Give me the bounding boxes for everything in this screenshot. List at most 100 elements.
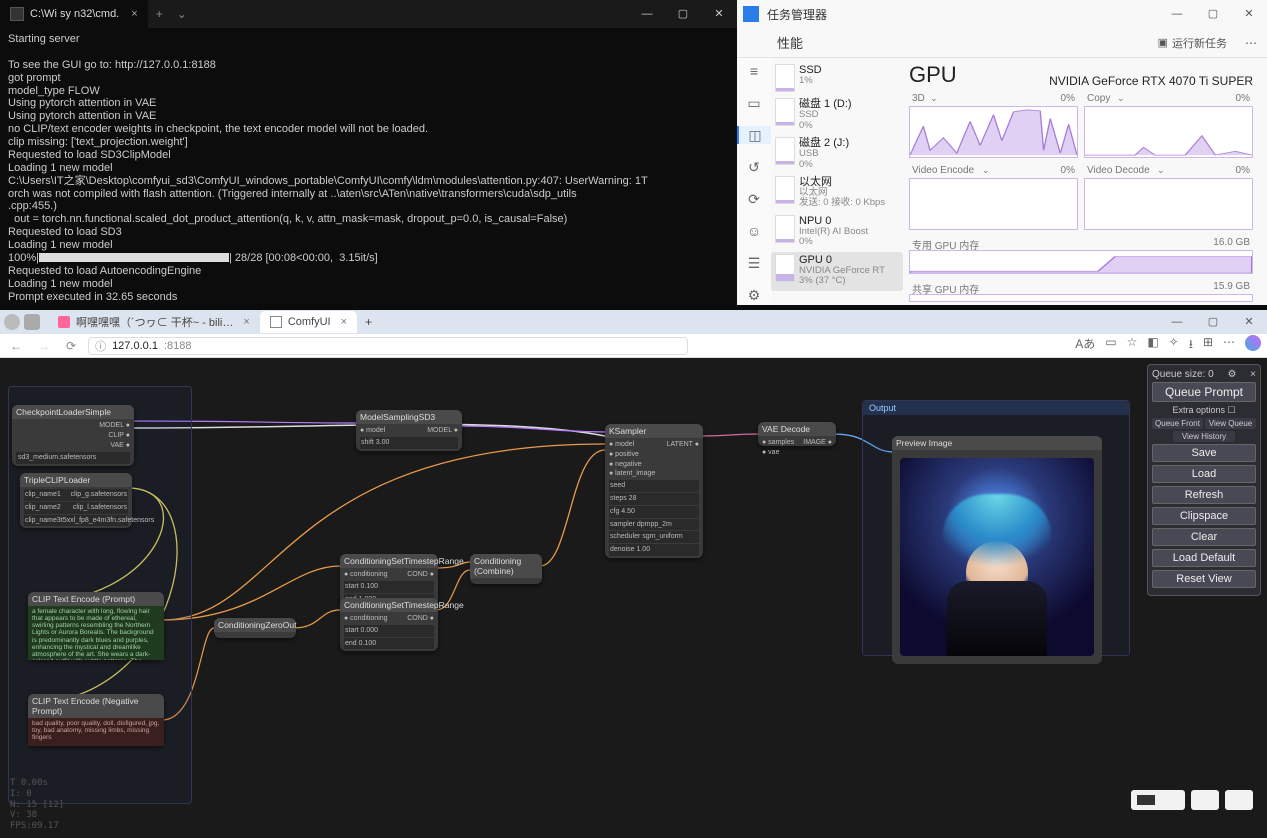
node-model-sampling[interactable]: ModelSamplingSD3 ● modelMODEL ● shift 3.…	[356, 410, 462, 451]
bili-icon	[58, 316, 70, 328]
history-icon[interactable]: ↺	[745, 158, 763, 176]
more-icon[interactable]: ⋯	[1223, 335, 1235, 356]
load-default-button[interactable]: Load Default	[1152, 549, 1256, 567]
node-cond-timestep-2[interactable]: ConditioningSetTimestepRange ● condition…	[340, 598, 438, 651]
node-negative-prompt[interactable]: CLIP Text Encode (Negative Prompt) bad q…	[28, 694, 164, 746]
info-icon[interactable]: ⓘ	[95, 338, 106, 354]
favorite-icon[interactable]: ☆	[1127, 335, 1138, 356]
profile-icon[interactable]	[4, 314, 20, 330]
terminal-tab[interactable]: C:\Wi sy n32\cmd. ×	[0, 0, 148, 28]
clipspace-button[interactable]: Clipspace	[1152, 507, 1256, 525]
gpu-copy-graph[interactable]: Copy⌄ 0%	[1084, 106, 1253, 158]
perf-list-item[interactable]: SSD1%	[771, 62, 903, 96]
node-positive-prompt[interactable]: CLIP Text Encode (Prompt) a female chara…	[28, 592, 164, 660]
gpu-dedicated-memory: 专用 GPU 内存 16.0 GB	[909, 250, 1253, 274]
chevron-down-icon[interactable]: ⌄	[982, 165, 990, 176]
browser-tab-bilibili[interactable]: 啊嘿嘿嘿（´つヮ⊂ 干杯~ - bili… ×	[48, 311, 260, 333]
minimize-button[interactable]: —	[1159, 0, 1195, 28]
text-size-icon[interactable]: Aあ	[1075, 335, 1095, 356]
new-tab-button[interactable]: +	[148, 7, 171, 21]
minimize-button[interactable]: —	[629, 0, 665, 28]
perf-list-item[interactable]: GPU 0NVIDIA GeForce RT 3% (37 °C)	[771, 252, 903, 291]
terminal-tabbar: C:\Wi sy n32\cmd. × + ⌄ — ▢ ✕	[0, 0, 737, 28]
reset-view-button[interactable]: Reset View	[1152, 570, 1256, 588]
gpu-shared-memory: 共享 GPU 内存 15.9 GB	[909, 294, 1253, 302]
forward-button[interactable]: →	[34, 339, 54, 353]
close-icon[interactable]: ×	[1250, 369, 1256, 380]
perf-list-item[interactable]: 以太网以太网 发送: 0 接收: 0 Kbps	[771, 174, 903, 213]
chevron-down-icon[interactable]: ⌄	[1157, 165, 1165, 176]
more-icon[interactable]: ⋯	[1235, 36, 1267, 50]
queue-front-button[interactable]: Queue Front	[1152, 418, 1203, 429]
minimize-button[interactable]: —	[1159, 310, 1195, 334]
gpu-decode-graph[interactable]: Video Decode⌄ 0%	[1084, 178, 1253, 230]
settings-icon[interactable]: ⚙	[1227, 369, 1236, 380]
performance-icon[interactable]: ◫	[737, 126, 771, 144]
performance-tab-label: 性能	[777, 33, 803, 52]
chevron-down-icon[interactable]: ⌄	[930, 93, 938, 104]
gpu-encode-graph[interactable]: Video Encode⌄ 0%	[909, 178, 1078, 230]
browser-tab-comfyui[interactable]: ComfyUI ×	[260, 311, 357, 333]
comfyui-menu[interactable]: Queue size: 0 ⚙ × Queue Prompt Extra opt…	[1147, 364, 1261, 596]
maximize-button[interactable]: ▢	[1195, 0, 1231, 28]
perf-list-item[interactable]: NPU 0Intel(R) AI Boost 0%	[771, 213, 903, 252]
view-history-button[interactable]: View History	[1173, 431, 1235, 442]
maximize-button[interactable]: ▢	[665, 0, 701, 28]
terminal-tab-title: C:\Wi sy n32\cmd.	[30, 8, 119, 20]
downloads-icon[interactable]: ⭳	[1189, 335, 1193, 356]
comfyui-canvas[interactable]: Output CheckpointLoaderSimple MODEL ●CLI…	[0, 358, 1267, 838]
startup-icon[interactable]: ⟳	[745, 190, 763, 208]
tab-dropdown-icon[interactable]: ⌄	[171, 7, 193, 21]
close-icon[interactable]: ×	[341, 316, 347, 328]
save-button[interactable]: Save	[1152, 444, 1256, 462]
back-button[interactable]: ←	[6, 339, 26, 353]
extensions-icon[interactable]: ⊞	[1203, 335, 1213, 356]
new-tab-button[interactable]: +	[357, 315, 380, 329]
close-button[interactable]: ✕	[1231, 310, 1267, 334]
node-preview-image[interactable]: Preview Image	[892, 436, 1102, 664]
chevron-down-icon[interactable]: ⌄	[1117, 93, 1125, 104]
queue-prompt-button[interactable]: Queue Prompt	[1152, 382, 1256, 402]
performance-list: SSD1% 磁盘 1 (D:)SSD 0% 磁盘 2 (J:)USB 0% 以太…	[771, 58, 903, 305]
view-queue-button[interactable]: View Queue	[1205, 418, 1256, 429]
maximize-button[interactable]: ▢	[1195, 310, 1231, 334]
load-button[interactable]: Load	[1152, 465, 1256, 483]
processes-icon[interactable]: ▭	[745, 94, 763, 112]
task-manager-titlebar: 任务管理器 — ▢ ✕	[737, 0, 1267, 28]
gpu-name: NVIDIA GeForce RTX 4070 Ti SUPER	[1049, 74, 1253, 88]
address-bar[interactable]: ⓘ 127.0.0.1:8188	[88, 337, 688, 355]
terminal-output[interactable]: Starting server To see the GUI go to: ht…	[0, 28, 737, 310]
terminal-window: C:\Wi sy n32\cmd. × + ⌄ — ▢ ✕ Starting s…	[0, 0, 737, 305]
node-checkpoint-loader[interactable]: CheckpointLoaderSimple MODEL ●CLIP ●VAE …	[12, 405, 134, 466]
gpu-3d-graph[interactable]: 3D⌄ 0%	[909, 106, 1078, 158]
refresh-button[interactable]: ⟳	[62, 339, 80, 353]
close-icon[interactable]: ×	[131, 8, 137, 20]
collections-icon[interactable]: ✧	[1169, 335, 1179, 356]
cmd-icon	[10, 7, 24, 21]
node-cond-zero[interactable]: ConditioningZeroOut	[214, 618, 296, 638]
services-icon[interactable]: ⚙	[745, 286, 763, 304]
sparkline-icon	[775, 215, 795, 243]
gpu-panel: GPU NVIDIA GeForce RTX 4070 Ti SUPER 3D⌄…	[903, 58, 1261, 305]
node-cond-combine[interactable]: Conditioning (Combine)	[470, 554, 542, 584]
menu-icon[interactable]: ≡	[745, 62, 763, 80]
close-button[interactable]: ✕	[1231, 0, 1267, 28]
details-icon[interactable]: ☰	[745, 254, 763, 272]
node-vae-decode[interactable]: VAE Decode ● samplesIMAGE ●● vae	[758, 422, 836, 446]
close-icon[interactable]: ×	[243, 316, 249, 328]
users-icon[interactable]: ☺	[745, 222, 763, 240]
extra-options-check[interactable]: Extra options ☐	[1152, 405, 1256, 416]
refresh-button[interactable]: Refresh	[1152, 486, 1256, 504]
reader-icon[interactable]: ▭	[1105, 335, 1116, 356]
sidebar-icon[interactable]: ◧	[1147, 335, 1158, 356]
run-new-task-button[interactable]: ▣ 运行新任务	[1158, 35, 1227, 51]
node-triple-clip-loader[interactable]: TripleCLIPLoader clip_name1clip_g.safete…	[20, 473, 132, 528]
perf-list-item[interactable]: 磁盘 2 (J:)USB 0%	[771, 135, 903, 174]
perf-list-item[interactable]: 磁盘 1 (D:)SSD 0%	[771, 96, 903, 135]
copilot-icon[interactable]	[1245, 335, 1261, 351]
close-button[interactable]: ✕	[701, 0, 737, 28]
workspace-icon[interactable]	[24, 314, 40, 330]
clear-button[interactable]: Clear	[1152, 528, 1256, 546]
node-ksampler[interactable]: KSampler ● modelLATENT ● ● positive ● ne…	[605, 424, 703, 558]
browser-toolbar: ← → ⟳ ⓘ 127.0.0.1:8188 Aあ ▭ ☆ ◧ ✧ ⭳ ⊞ ⋯	[0, 334, 1267, 358]
